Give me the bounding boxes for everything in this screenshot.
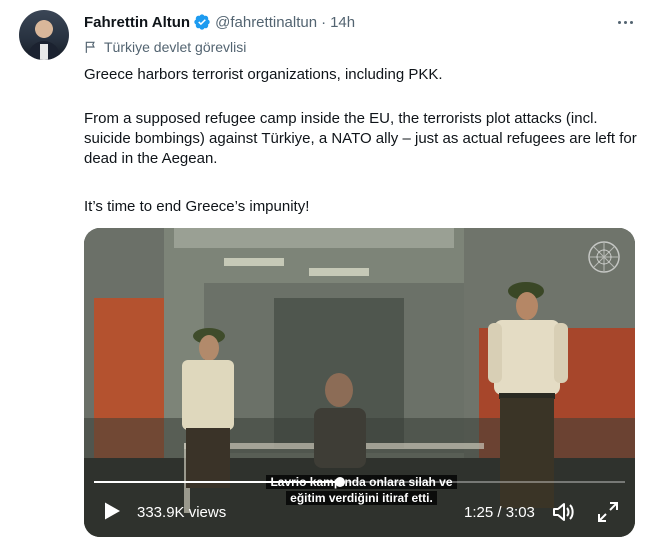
volume-icon[interactable]: [551, 500, 575, 524]
tweet-text-paragraph-1: Greece harbors terrorist organizations, …: [84, 66, 443, 83]
video-player[interactable]: Lavrio kampında onlara silah ve eğitim v…: [84, 228, 635, 537]
video-subtitles: Lavrio kampında onlara silah ve eğitim v…: [254, 474, 469, 506]
video-progress-fill: [94, 481, 341, 483]
flag-icon: [85, 41, 95, 53]
tweet-text-paragraph-3: It’s time to end Greece’s impunity!: [84, 198, 310, 215]
tweet-text-paragraph-2: From a supposed refugee camp inside the …: [84, 110, 637, 167]
tweet-header: Fahrettin Altun @fahrettinaltun · 14h: [84, 11, 355, 33]
verified-badge-icon: [194, 14, 210, 30]
affiliation-text: Türkiye devlet görevlisi: [104, 39, 247, 55]
timestamp[interactable]: 14h: [330, 14, 355, 31]
fullscreen-icon[interactable]: [596, 500, 620, 524]
play-icon[interactable]: [100, 499, 124, 523]
author-name[interactable]: Fahrettin Altun: [84, 14, 190, 31]
tweet[interactable]: Fahrettin Altun @fahrettinaltun · 14h Tü…: [0, 0, 654, 551]
more-options-icon[interactable]: [611, 11, 639, 33]
video-time: 1:25 / 3:03: [464, 504, 535, 521]
author-handle[interactable]: @fahrettinaltun: [215, 14, 317, 31]
video-progress-bar[interactable]: [94, 477, 625, 487]
broadcaster-logo-icon: [588, 241, 620, 273]
separator-dot: ·: [321, 13, 327, 31]
avatar[interactable]: [19, 10, 69, 60]
view-count: 333.9K views: [137, 504, 227, 521]
subtitle-line-2: eğitim verdiğini itiraf etti.: [286, 491, 437, 505]
affiliation-label: Türkiye devlet görevlisi: [84, 37, 246, 57]
